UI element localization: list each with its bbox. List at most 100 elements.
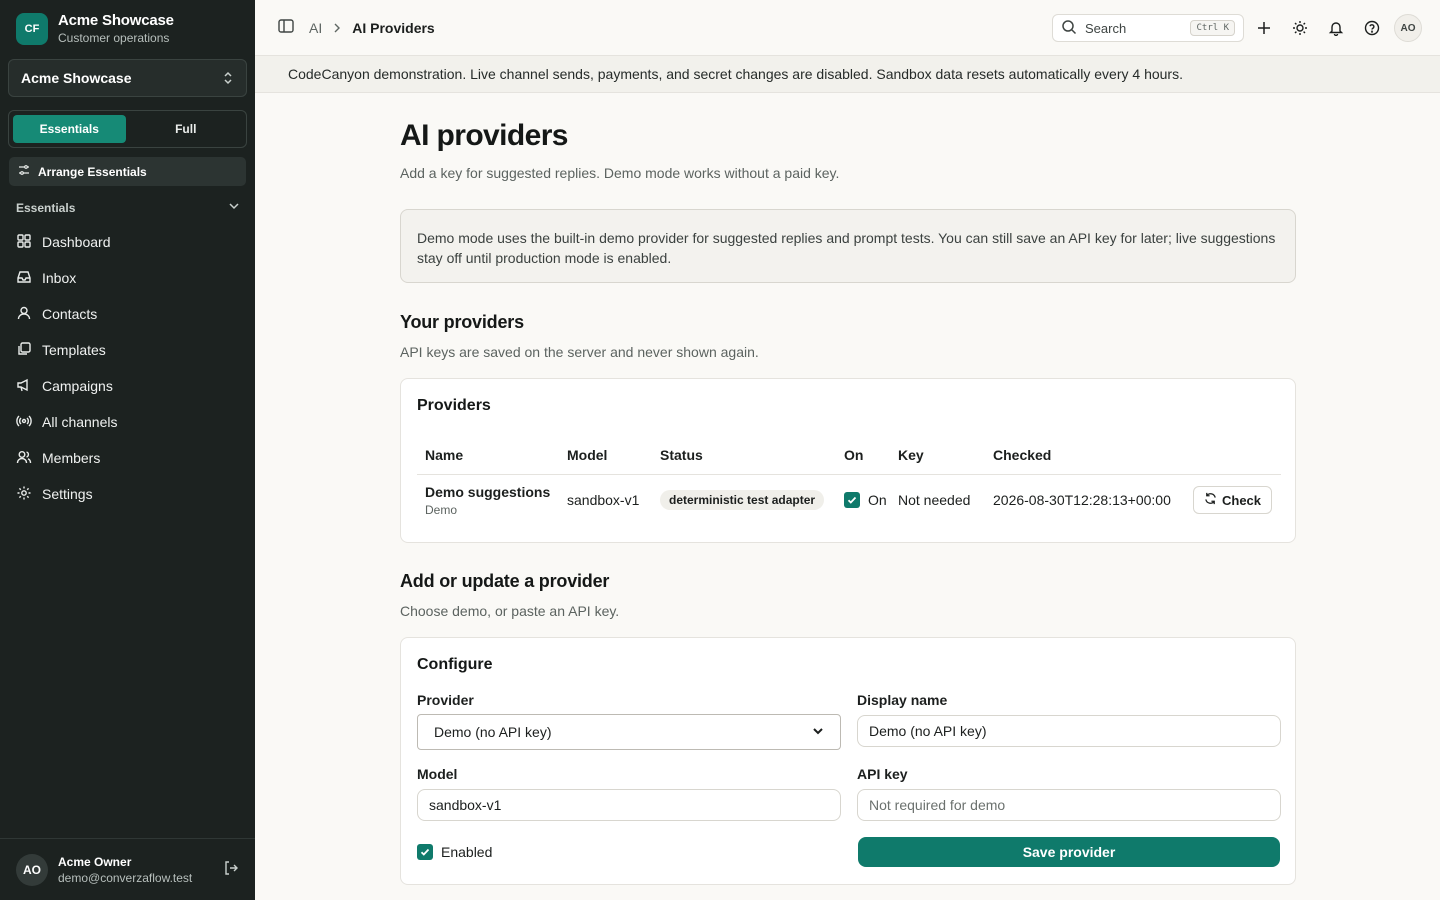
theme-sun-icon[interactable] bbox=[1290, 18, 1310, 38]
provider-type: Demo bbox=[425, 502, 458, 517]
providers-section-subtitle: API keys are saved on the server and nev… bbox=[400, 344, 759, 360]
brand-logo: CF bbox=[16, 12, 48, 45]
sliders-icon bbox=[18, 164, 30, 179]
refresh-icon bbox=[1204, 492, 1217, 508]
plus-icon[interactable] bbox=[1254, 18, 1274, 38]
enabled-checkbox[interactable] bbox=[417, 844, 433, 860]
page-title: AI providers bbox=[400, 119, 568, 152]
search-shortcut: Ctrl K bbox=[1190, 20, 1235, 36]
sidebar-toggle-icon[interactable] bbox=[277, 17, 295, 38]
sidebar-item-label: Settings bbox=[42, 486, 93, 502]
breadcrumb: AI AI Providers bbox=[309, 20, 435, 36]
essentials-section-toggle[interactable]: Essentials bbox=[16, 200, 240, 215]
sidebar-item-dashboard[interactable]: Dashboard bbox=[8, 224, 247, 260]
api-key-label: API key bbox=[857, 766, 908, 782]
demo-notice: Demo mode uses the built-in demo provide… bbox=[400, 209, 1296, 283]
enabled-label: Enabled bbox=[441, 844, 493, 860]
provider-label: Provider bbox=[417, 692, 474, 708]
provider-key: Not needed bbox=[898, 492, 971, 509]
status-badge: deterministic test adapter bbox=[660, 490, 825, 511]
sidebar-item-label: Templates bbox=[42, 342, 106, 358]
column-header: Key bbox=[890, 436, 985, 475]
templates-icon bbox=[16, 341, 32, 360]
dashboard-icon bbox=[16, 233, 32, 252]
sidebar-item-settings[interactable]: Settings bbox=[8, 476, 247, 512]
contacts-icon bbox=[16, 305, 32, 324]
sidebar-item-label: Contacts bbox=[42, 306, 98, 322]
logout-icon[interactable] bbox=[223, 860, 239, 879]
avatar[interactable]: AO bbox=[1394, 14, 1422, 42]
breadcrumb-ai[interactable]: AI bbox=[309, 20, 322, 36]
search-input[interactable]: Search Ctrl K bbox=[1052, 14, 1244, 42]
form-section-subtitle: Choose demo, or paste an API key. bbox=[400, 603, 620, 619]
members-icon bbox=[16, 449, 32, 468]
breadcrumb-current: AI Providers bbox=[352, 19, 435, 36]
display-name-input[interactable]: Demo (no API key) bbox=[857, 715, 1281, 747]
display-name-label: Display name bbox=[857, 692, 948, 708]
column-header: Name bbox=[417, 436, 559, 475]
sidebar-item-members[interactable]: Members bbox=[8, 440, 247, 476]
workspace-switcher[interactable]: Acme Showcase bbox=[8, 59, 247, 97]
providers-table: Name Model Status On Key Checked Demo su… bbox=[417, 436, 1281, 526]
avatar[interactable]: AO bbox=[16, 853, 48, 886]
sidebar-item-contacts[interactable]: Contacts bbox=[8, 296, 247, 332]
sidebar-item-all-channels[interactable]: All channels bbox=[8, 404, 247, 440]
sidebar-item-label: Members bbox=[42, 450, 101, 466]
provider-on-label: On bbox=[868, 492, 887, 509]
check-button-label: Check bbox=[1222, 492, 1262, 508]
topbar: AI AI Providers Search Ctrl K AO bbox=[255, 0, 1440, 56]
providers-section-title: Your providers bbox=[400, 312, 524, 332]
provider-model: sandbox-v1 bbox=[567, 492, 640, 509]
inbox-icon bbox=[16, 269, 32, 288]
user-name: Acme Owner bbox=[58, 854, 132, 869]
chevron-down-icon bbox=[228, 200, 240, 215]
providers-card: Providers Name Model Status On Key Check… bbox=[400, 378, 1296, 543]
provider-select[interactable]: Demo (no API key) bbox=[417, 714, 841, 750]
chevron-updown-icon bbox=[222, 70, 234, 86]
brand-name: Acme Showcase bbox=[58, 12, 174, 29]
provider-checked: 2026-08-30T12:28:13+00:00 bbox=[993, 492, 1171, 509]
column-header: Checked bbox=[985, 436, 1185, 475]
page-subtitle: Add a key for suggested replies. Demo mo… bbox=[400, 165, 840, 181]
arrange-essentials-button[interactable]: Arrange Essentials bbox=[9, 157, 246, 186]
broadcast-icon bbox=[16, 413, 32, 432]
user-email: demo@converzaflow.test bbox=[58, 870, 193, 885]
column-header: On bbox=[836, 436, 890, 475]
save-provider-button[interactable]: Save provider bbox=[858, 837, 1280, 867]
table-header-row: Name Model Status On Key Checked bbox=[417, 436, 1281, 475]
provider-name-cell: Demo suggestions Demo bbox=[417, 474, 559, 526]
user-profile: AO Acme Owner demo@converzaflow.test bbox=[0, 838, 255, 900]
mode-full-button[interactable]: Full bbox=[130, 115, 243, 143]
help-icon[interactable] bbox=[1362, 18, 1382, 38]
demo-banner: CodeCanyon demonstration. Live channel s… bbox=[255, 56, 1440, 93]
sidebar-item-campaigns[interactable]: Campaigns bbox=[8, 368, 247, 404]
sidebar-item-templates[interactable]: Templates bbox=[8, 332, 247, 368]
providers-card-title: Providers bbox=[417, 397, 491, 414]
arrange-label: Arrange Essentials bbox=[38, 164, 147, 179]
configure-card-title: Configure bbox=[417, 656, 493, 673]
enabled-toggle[interactable]: Enabled bbox=[417, 844, 492, 860]
sidebar-item-label: Dashboard bbox=[42, 234, 111, 250]
mode-essentials-button[interactable]: Essentials bbox=[13, 115, 126, 143]
sidebar-item-label: All channels bbox=[42, 414, 118, 430]
column-header: Status bbox=[652, 436, 836, 475]
brand[interactable]: CF Acme Showcase Customer operations bbox=[16, 12, 174, 45]
megaphone-icon bbox=[16, 377, 32, 396]
check-provider-button[interactable]: Check bbox=[1193, 486, 1273, 515]
sidebar-nav: Dashboard Inbox Contacts Templates Campa… bbox=[8, 224, 247, 512]
provider-enabled-checkbox[interactable] bbox=[844, 492, 860, 509]
workspace-name: Acme Showcase bbox=[21, 70, 132, 86]
api-key-input[interactable]: Not required for demo bbox=[857, 789, 1281, 821]
bell-icon[interactable] bbox=[1326, 18, 1346, 38]
model-label: Model bbox=[417, 766, 458, 782]
search-icon bbox=[1061, 19, 1077, 38]
chevron-right-icon bbox=[332, 20, 342, 36]
provider-status-cell: deterministic test adapter bbox=[652, 474, 836, 526]
provider-name: Demo suggestions bbox=[425, 483, 551, 500]
gear-icon bbox=[16, 485, 32, 504]
sidebar-item-inbox[interactable]: Inbox bbox=[8, 260, 247, 296]
model-input[interactable]: sandbox-v1 bbox=[417, 789, 841, 821]
sidebar-item-label: Campaigns bbox=[42, 378, 113, 394]
mode-switch: Essentials Full bbox=[8, 110, 247, 148]
column-header-actions bbox=[1185, 436, 1281, 475]
